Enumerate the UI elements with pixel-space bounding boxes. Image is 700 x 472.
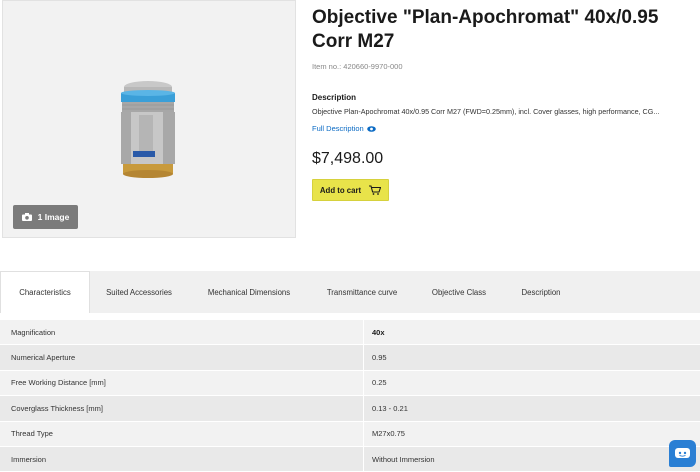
image-count-label: 1 Image	[37, 212, 70, 222]
table-row: Magnification 40x	[0, 320, 700, 346]
product-image-panel[interactable]: 1 Image	[2, 0, 296, 238]
tab-characteristics[interactable]: Characteristics	[0, 271, 90, 313]
row-label: Immersion	[0, 446, 364, 472]
tab-label: Description	[521, 287, 561, 297]
full-description-link[interactable]: Full Description	[312, 124, 376, 133]
table-row: Numerical Aperture 0.95	[0, 345, 700, 371]
tab-label: Suited Accessories	[106, 287, 172, 297]
row-value: M27x0.75	[364, 421, 700, 446]
tab-description[interactable]: Description	[504, 271, 578, 313]
row-label: Numerical Aperture	[0, 345, 364, 370]
product-title: Objective "Plan-Apochromat" 40x/0.95 Cor…	[312, 7, 659, 52]
table-row: Coverglass Thickness [mm] 0.13 - 0.21	[0, 396, 700, 422]
row-label: Thread Type	[0, 421, 364, 446]
tab-suited-accessories[interactable]: Suited Accessories	[90, 271, 188, 313]
tab-label: Mechanical Dimensions	[207, 287, 291, 297]
table-row: Thread Type M27x0.75	[0, 421, 700, 447]
row-value: 0.13 - 0.21	[364, 396, 700, 421]
row-value: 0.95	[364, 345, 700, 370]
row-value: Without Immersion	[364, 446, 700, 472]
tab-label: Objective Class	[431, 287, 487, 297]
table-row: Free Working Distance [mm] 0.25	[0, 370, 700, 397]
tab-objective-class[interactable]: Objective Class	[414, 271, 504, 313]
row-label: Free Working Distance [mm]	[0, 370, 364, 396]
add-to-cart-label: Add to cart	[319, 185, 362, 195]
item-number-label: Item no.:	[312, 62, 342, 71]
camera-icon	[21, 213, 32, 221]
add-to-cart-button[interactable]: Add to cart	[312, 179, 389, 201]
tab-label: Transmittance curve	[326, 287, 398, 297]
tab-transmittance-curve[interactable]: Transmittance curve	[310, 271, 414, 313]
price: $7,498.00	[312, 150, 384, 167]
chat-icon	[675, 447, 690, 458]
cart-icon	[369, 185, 382, 195]
full-description-label: Full Description	[312, 124, 364, 133]
product-tabs: Characteristics Suited Accessories Mecha…	[0, 271, 700, 313]
row-value: 40x	[364, 320, 700, 345]
product-image	[121, 81, 175, 178]
row-label: Coverglass Thickness [mm]	[0, 396, 364, 421]
chat-widget-button[interactable]	[669, 440, 696, 467]
table-row: Immersion Without Immersion	[0, 446, 700, 472]
item-number-value: 420660-9970-000	[343, 62, 403, 71]
characteristics-table: Magnification 40x Numerical Aperture 0.9…	[0, 320, 700, 472]
row-value: 0.25	[364, 370, 700, 396]
description-text: Objective Plan-Apochromat 40x/0.95 Corr …	[312, 107, 660, 116]
image-count-button[interactable]: 1 Image	[13, 205, 78, 229]
tab-label: Characteristics	[19, 288, 71, 297]
eye-icon	[366, 125, 376, 132]
description-heading: Description	[312, 93, 357, 102]
row-label: Magnification	[0, 320, 364, 345]
item-number: Item no.: 420660-9970-000	[312, 62, 403, 71]
tab-mechanical-dimensions[interactable]: Mechanical Dimensions	[188, 271, 310, 313]
